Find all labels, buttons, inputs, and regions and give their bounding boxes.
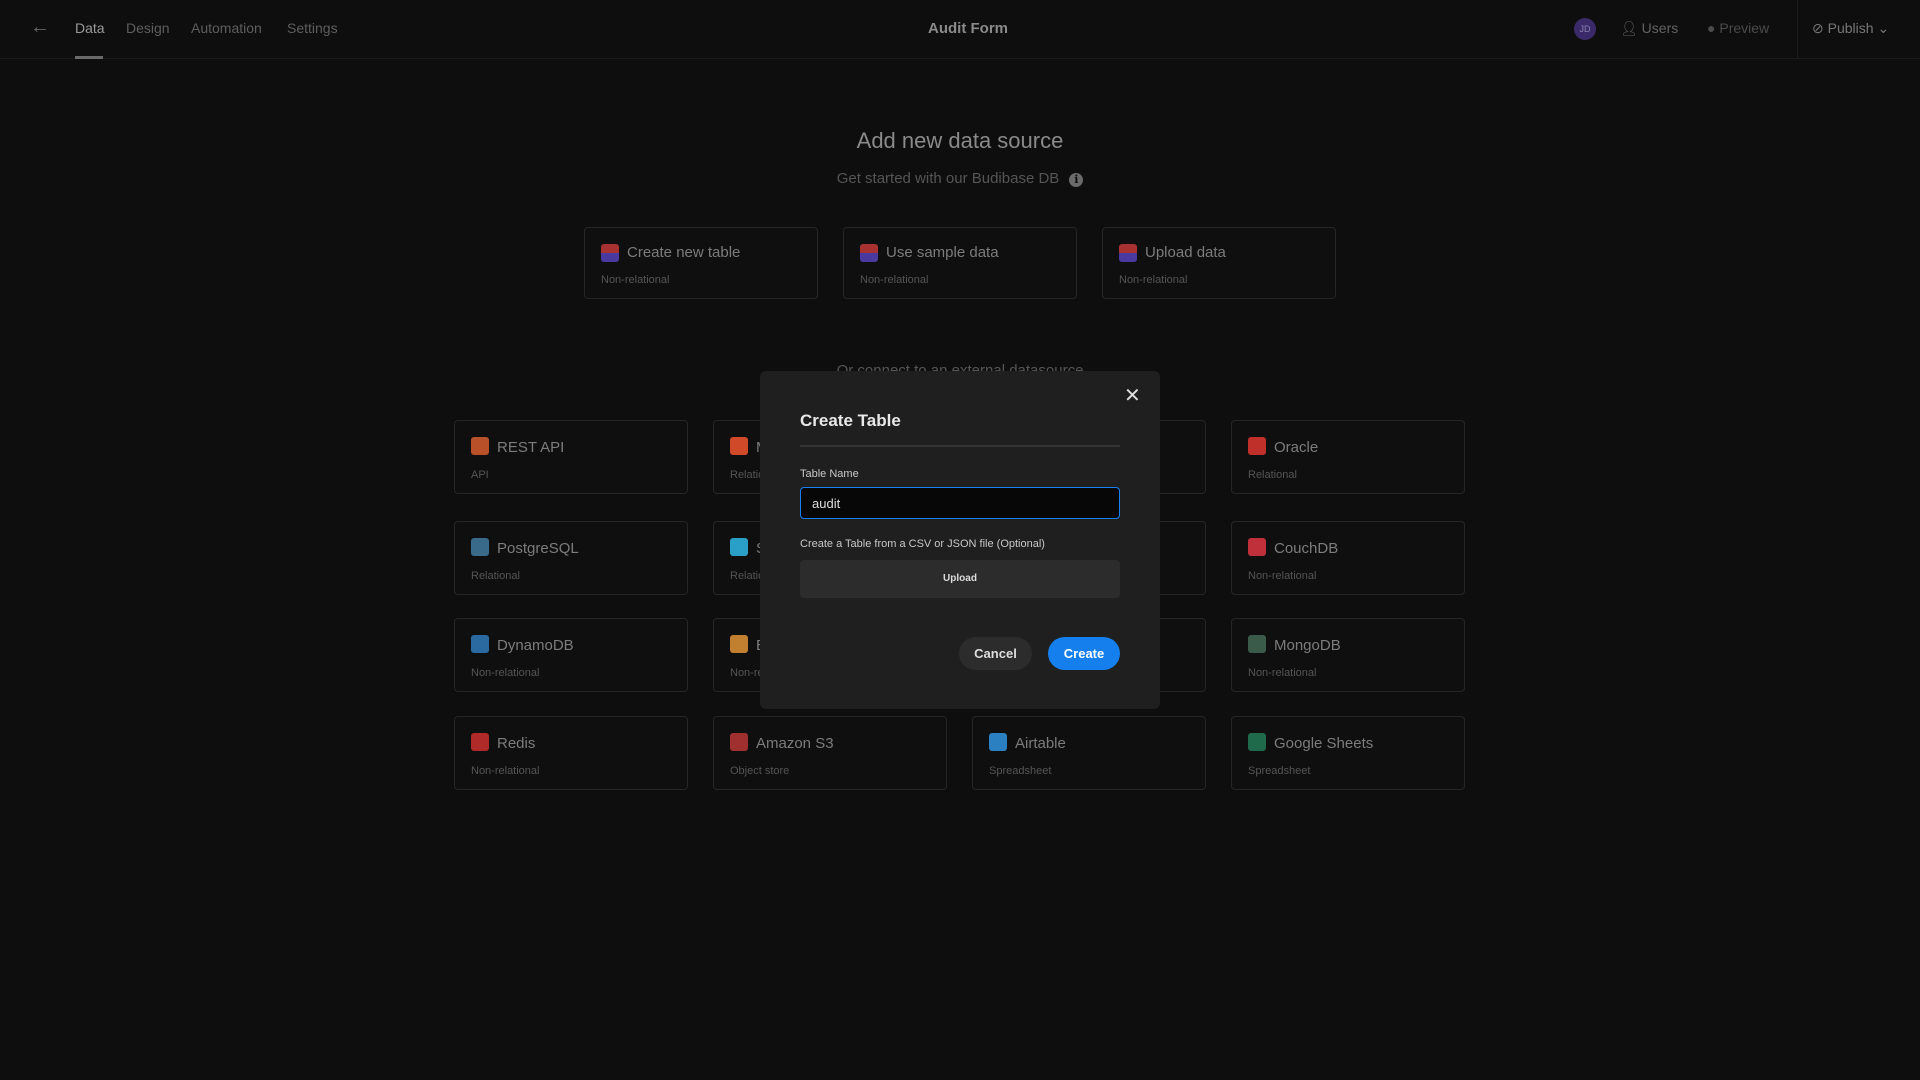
datasource-card[interactable]: Upload data Non-relational xyxy=(1102,227,1336,299)
card-description: Non-relational xyxy=(1248,570,1317,582)
card-description: Non-relational xyxy=(1119,274,1188,286)
datasource-icon xyxy=(989,733,1007,751)
datasource-icon xyxy=(1248,635,1266,653)
datasource-card[interactable]: MongoDB Non-relational xyxy=(1231,618,1465,692)
datasource-card[interactable]: Amazon S3 Object store xyxy=(713,716,947,790)
active-tab-indicator xyxy=(75,56,103,59)
datasource-card[interactable]: DynamoDB Non-relational xyxy=(454,618,688,692)
card-title: Upload data xyxy=(1145,244,1226,261)
card-description: Non-relational xyxy=(471,667,540,679)
chevron-down-icon: ⌄ xyxy=(1877,20,1890,36)
datasource-card[interactable]: Create new table Non-relational xyxy=(584,227,818,299)
create-table-modal: ✕ Create Table Table Name Create a Table… xyxy=(760,371,1160,709)
preview-button[interactable]: ● Preview xyxy=(1707,20,1769,36)
info-icon[interactable]: i xyxy=(1069,173,1084,187)
card-title: Airtable xyxy=(1015,735,1066,752)
datasource-icon xyxy=(471,635,489,653)
cancel-button[interactable]: Cancel xyxy=(959,637,1032,670)
subtitle-text: Get started with our Budibase DB xyxy=(836,170,1060,187)
avatar[interactable]: JD xyxy=(1574,18,1596,40)
datasource-icon xyxy=(730,635,748,653)
datasource-icon xyxy=(1248,437,1266,455)
divider xyxy=(800,445,1120,447)
preview-label: Preview xyxy=(1719,20,1770,36)
card-title: Redis xyxy=(497,735,536,752)
user-icon: 👤︎ xyxy=(1620,20,1642,36)
card-description: Non-relational xyxy=(1248,667,1317,679)
card-title: MongoDB xyxy=(1274,637,1341,654)
card-title: Create new table xyxy=(627,244,741,261)
card-title: Oracle xyxy=(1274,439,1319,456)
table-name-input[interactable] xyxy=(800,487,1120,519)
card-description: Spreadsheet xyxy=(1248,765,1311,777)
datasource-card[interactable]: Use sample data Non-relational xyxy=(843,227,1077,299)
datasource-icon xyxy=(471,733,489,751)
card-title: Amazon S3 xyxy=(756,735,834,752)
card-description: Relational xyxy=(1248,469,1297,481)
page-title: Add new data source xyxy=(856,128,1064,153)
datasource-card[interactable]: Airtable Spreadsheet xyxy=(972,716,1206,790)
page-subtitle: Get started with our Budibase DB i xyxy=(0,170,1920,187)
datasource-icon xyxy=(1248,538,1266,556)
datasource-card[interactable]: Redis Non-relational xyxy=(454,716,688,790)
publish-icon: ⊘ xyxy=(1812,20,1828,36)
budibase-logo-icon xyxy=(601,244,619,262)
datasource-card[interactable]: CouchDB Non-relational xyxy=(1231,521,1465,595)
modal-title: Create Table xyxy=(800,411,901,430)
card-description: Object store xyxy=(730,765,790,777)
card-description: Spreadsheet xyxy=(989,765,1052,777)
users-label: Users xyxy=(1641,20,1679,36)
budibase-logo-icon xyxy=(860,244,878,262)
card-description: Non-relational xyxy=(601,274,670,286)
datasource-icon xyxy=(730,437,748,455)
datasource-card[interactable]: Oracle Relational xyxy=(1231,420,1465,494)
top-nav: ← Data Design Automation Settings Audit … xyxy=(0,0,1920,59)
card-description: Non-relational xyxy=(471,765,540,777)
datasource-icon xyxy=(471,538,489,556)
datasource-card[interactable]: Google Sheets Spreadsheet xyxy=(1231,716,1465,790)
card-title: REST API xyxy=(497,439,565,456)
card-description: Non-relational xyxy=(860,274,929,286)
upload-button[interactable]: Upload xyxy=(800,560,1120,598)
card-title: DynamoDB xyxy=(497,637,574,654)
card-title: PostgreSQL xyxy=(497,540,579,557)
card-description: API xyxy=(471,469,489,481)
table-name-label: Table Name xyxy=(800,468,859,480)
play-icon: ● xyxy=(1707,20,1720,36)
card-description: Relational xyxy=(471,570,520,582)
datasource-card[interactable]: PostgreSQL Relational xyxy=(454,521,688,595)
create-button[interactable]: Create xyxy=(1048,637,1120,670)
publish-button[interactable]: ⊘ Publish ⌄ xyxy=(1812,20,1889,37)
users-button[interactable]: 👤︎ Users xyxy=(1620,20,1678,37)
publish-label: Publish xyxy=(1827,20,1874,36)
close-icon[interactable]: ✕ xyxy=(1124,383,1141,408)
budibase-logo-icon xyxy=(1119,244,1137,262)
card-title: Google Sheets xyxy=(1274,735,1374,752)
divider xyxy=(1797,0,1798,59)
datasource-icon xyxy=(471,437,489,455)
datasource-icon xyxy=(730,733,748,751)
card-title: Use sample data xyxy=(886,244,999,261)
file-upload-label: Create a Table from a CSV or JSON file (… xyxy=(800,538,1045,550)
datasource-icon xyxy=(1248,733,1266,751)
datasource-card[interactable]: REST API API xyxy=(454,420,688,494)
card-title: CouchDB xyxy=(1274,540,1339,557)
datasource-icon xyxy=(730,538,748,556)
